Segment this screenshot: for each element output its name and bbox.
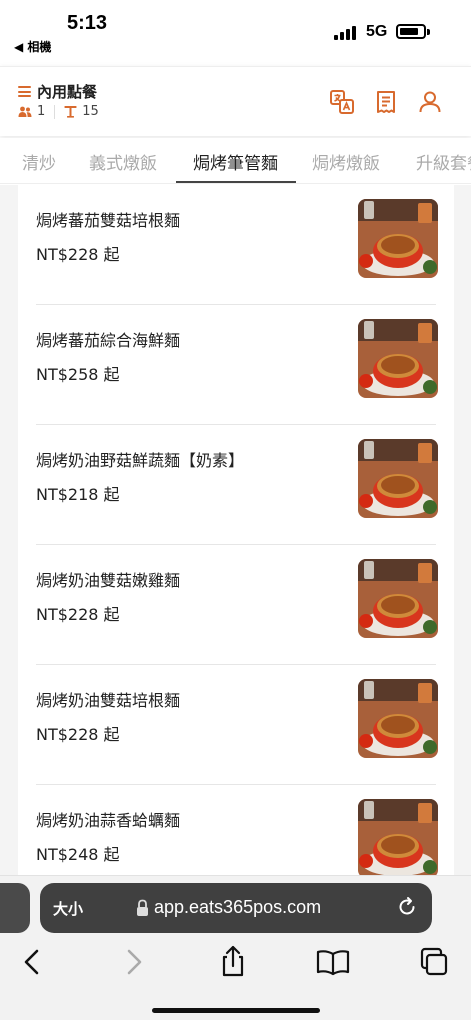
item-name: 焗烤奶油蒜香蛤蠣麵 xyxy=(36,811,181,830)
menu-list: 焗烤蕃茄雙菇培根麵 NT$228 起 焗烤蕃茄綜合海鮮麵 NT$258 起 焗烤… xyxy=(18,185,454,875)
tab-baked-penne[interactable]: 焗烤筆管麵 xyxy=(193,149,278,174)
tab-italian-risotto[interactable]: 義式燉飯 xyxy=(89,149,157,174)
item-photo xyxy=(358,439,438,518)
signal-icon xyxy=(334,24,358,40)
status-time: 5:13 xyxy=(67,12,108,34)
menu-item[interactable]: 焗烤奶油雙菇嫩雞麵 NT$228 起 xyxy=(18,545,454,665)
tab-baked-risotto[interactable]: 焗烤燉飯 xyxy=(312,149,380,174)
share-icon[interactable] xyxy=(215,944,251,980)
item-price: NT$228 起 xyxy=(36,605,120,624)
browser-toolbar: 大小 app.eats365pos.com xyxy=(0,875,471,1020)
hamburger-icon[interactable] xyxy=(18,86,31,97)
menu-item[interactable]: 焗烤蕃茄雙菇培根麵 NT$228 起 xyxy=(18,185,454,305)
item-photo xyxy=(358,319,438,398)
app-header: 內用點餐 1 15 xyxy=(0,66,471,136)
item-price: NT$228 起 xyxy=(36,245,120,264)
item-price: NT$218 起 xyxy=(36,485,120,504)
item-name: 焗烤蕃茄綜合海鮮麵 xyxy=(36,331,181,350)
address-bar[interactable]: 大小 app.eats365pos.com xyxy=(40,883,432,933)
active-tab-indicator xyxy=(176,181,296,183)
people-icon xyxy=(18,106,32,117)
reload-icon[interactable] xyxy=(396,896,418,918)
browser-nav xyxy=(0,944,471,984)
header-actions xyxy=(329,89,443,115)
guest-count: 1 xyxy=(18,104,45,119)
receipt-icon[interactable] xyxy=(373,89,399,115)
item-photo xyxy=(358,679,438,758)
previous-tab-peek[interactable] xyxy=(0,883,30,933)
menu-item[interactable]: 焗烤奶油野菇鮮蔬麵【奶素】 NT$218 起 xyxy=(18,425,454,545)
menu-item[interactable]: 焗烤奶油雙菇培根麵 NT$228 起 xyxy=(18,665,454,785)
back-icon[interactable] xyxy=(14,944,50,980)
item-photo xyxy=(358,199,438,278)
text-size-button[interactable]: 大小 xyxy=(53,898,83,919)
page-title: 內用點餐 xyxy=(37,83,98,101)
bookmarks-icon[interactable] xyxy=(315,944,351,980)
person-icon[interactable] xyxy=(417,89,443,115)
battery-icon xyxy=(396,24,430,39)
table-icon xyxy=(64,106,77,118)
guest-count-value: 1 xyxy=(37,104,46,119)
status-bar: 5:13 ◀ 相機 5G xyxy=(0,0,471,62)
lock-icon xyxy=(137,899,148,916)
url-text: app.eats365pos.com xyxy=(154,897,322,917)
table-number: 15 xyxy=(64,104,99,119)
item-name: 焗烤奶油野菇鮮蔬麵【奶素】 xyxy=(36,451,245,470)
category-tabs: 清炒 義式燉飯 焗烤筆管麵 焗烤燉飯 升級套餐 xyxy=(0,138,471,184)
tabs-icon[interactable] xyxy=(416,944,452,980)
table-info: 1 15 xyxy=(18,104,99,119)
item-price: NT$228 起 xyxy=(36,725,120,744)
divider xyxy=(54,104,56,119)
item-name: 焗烤奶油雙菇嫩雞麵 xyxy=(36,571,181,590)
home-indicator[interactable] xyxy=(152,1008,320,1013)
table-number-value: 15 xyxy=(82,104,99,119)
menu-item[interactable]: 焗烤蕃茄綜合海鮮麵 NT$258 起 xyxy=(18,305,454,425)
menu-item[interactable]: 焗烤奶油蒜香蛤蠣麵 NT$248 起 xyxy=(18,785,454,875)
translate-icon[interactable] xyxy=(329,89,355,115)
order-mode-selector[interactable]: 內用點餐 xyxy=(18,81,97,102)
item-name: 焗烤蕃茄雙菇培根麵 xyxy=(36,211,181,230)
item-photo xyxy=(358,559,438,638)
item-price: NT$258 起 xyxy=(36,365,120,384)
item-price: NT$248 起 xyxy=(36,845,120,864)
network-type: 5G xyxy=(366,23,388,40)
forward-icon[interactable] xyxy=(116,944,152,980)
item-name: 焗烤奶油雙菇培根麵 xyxy=(36,691,181,710)
back-to-camera-link[interactable]: ◀ 相機 xyxy=(14,38,51,55)
tab-upgrade-set[interactable]: 升級套餐 xyxy=(416,149,471,174)
item-photo xyxy=(358,799,438,875)
tab-stir-fry[interactable]: 清炒 xyxy=(22,149,56,174)
